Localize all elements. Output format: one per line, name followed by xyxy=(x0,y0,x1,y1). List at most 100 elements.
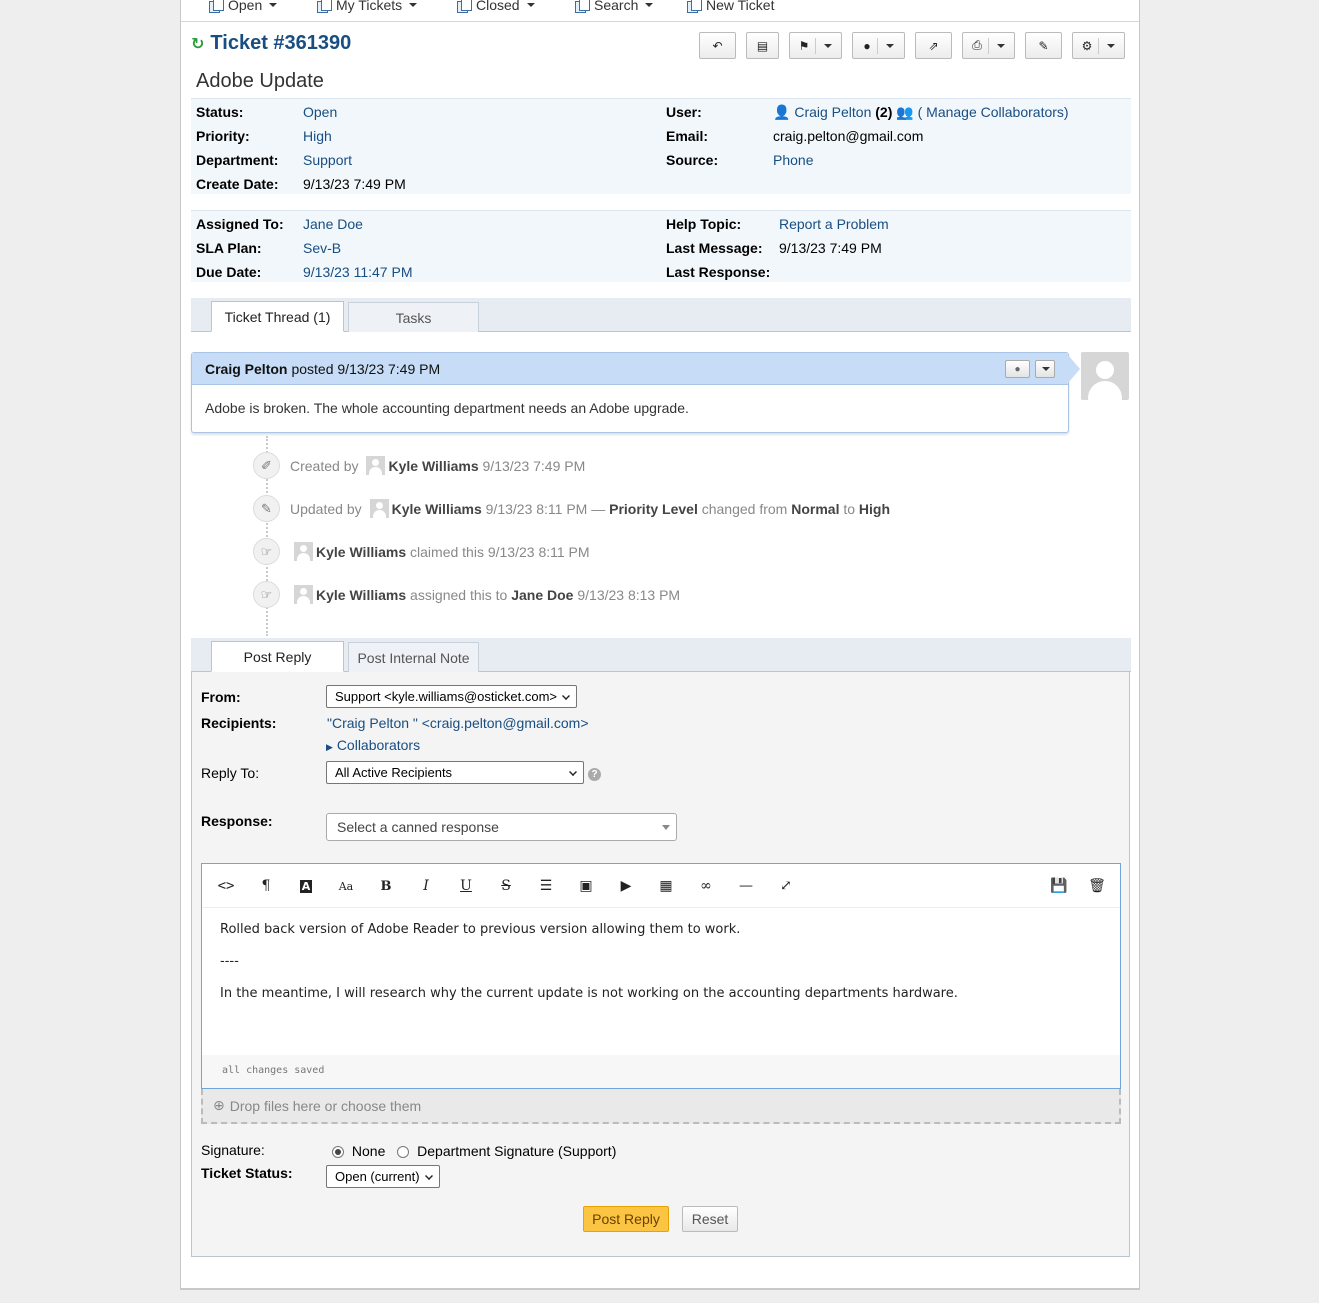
event-claimed: ☞ Kyle Williams claimed this 9/13/23 8:1… xyxy=(253,538,590,565)
code-view-icon[interactable]: <> xyxy=(215,877,237,895)
last-message-value: 9/13/23 7:49 PM xyxy=(779,240,882,256)
user-icon: ● xyxy=(1014,363,1021,375)
hand-point-icon: ☞ xyxy=(253,538,280,565)
font-size-icon[interactable]: Aa xyxy=(335,877,357,895)
signature-label: Signature: xyxy=(201,1142,265,1158)
event-assigned: ☞ Kyle Williams assigned this to Jane Do… xyxy=(253,581,680,608)
upload-icon: ⊕ xyxy=(213,1097,225,1113)
avatar xyxy=(294,585,313,604)
table-icon[interactable]: ▦ xyxy=(655,877,677,895)
help-icon[interactable]: ? xyxy=(588,768,601,781)
pencil-icon: ✎ xyxy=(253,495,280,522)
trash-icon[interactable]: 🗑 xyxy=(1086,877,1108,895)
tickets-icon xyxy=(209,0,224,13)
ticket-number[interactable]: Ticket #361390 xyxy=(210,32,351,55)
assigned-value[interactable]: Jane Doe xyxy=(303,216,363,232)
email-label: Email: xyxy=(666,128,709,144)
user-value[interactable]: Craig Pelton xyxy=(794,104,871,120)
reply-to-label: Reply To: xyxy=(201,765,260,781)
help-topic-value[interactable]: Report a Problem xyxy=(779,216,889,232)
ticket-status-label: Ticket Status: xyxy=(201,1165,293,1181)
text-color-icon[interactable]: A xyxy=(295,877,317,895)
search-icon xyxy=(575,0,590,13)
print-button[interactable]: ⎙ xyxy=(962,32,1015,59)
caret-icon xyxy=(1042,367,1050,371)
file-dropzone[interactable]: ⊕ Drop files here or choose them xyxy=(201,1089,1121,1124)
italic-icon[interactable]: I xyxy=(415,877,437,895)
signature-none-radio[interactable] xyxy=(332,1146,344,1159)
caret-icon xyxy=(269,3,278,7)
editor-toolbar: <> ¶ A Aa B I U S ☰ ▣ ▶ ▦ ∞ — ⤢ 💾 🗑 xyxy=(202,864,1120,908)
file-icon: ▤ xyxy=(756,38,769,53)
avatar xyxy=(1081,352,1129,400)
due-value[interactable]: 9/13/23 11:47 PM xyxy=(303,264,412,280)
fullscreen-icon[interactable]: ⤢ xyxy=(775,877,797,895)
video-icon[interactable]: ▶ xyxy=(615,877,637,895)
user-label: User: xyxy=(666,104,702,120)
refresh-icon[interactable]: ↻ xyxy=(191,34,204,54)
last-message-label: Last Message: xyxy=(666,240,763,256)
link-icon[interactable]: ∞ xyxy=(695,877,717,895)
editor-content[interactable]: Rolled back version of Adobe Reader to p… xyxy=(220,922,958,1001)
assign-button[interactable]: ● xyxy=(852,32,905,59)
reply-editor[interactable]: <> ¶ A Aa B I U S ☰ ▣ ▶ ▦ ∞ — ⤢ 💾 🗑 Roll… xyxy=(201,863,1121,1089)
signature-dept-radio[interactable] xyxy=(397,1146,410,1159)
strikethrough-icon[interactable]: S xyxy=(495,877,517,895)
tab-internal-note[interactable]: Post Internal Note xyxy=(348,642,479,672)
nav-open[interactable]: Open xyxy=(209,0,278,13)
share-icon: ⇗ xyxy=(928,38,939,53)
post-reply-button[interactable]: Post Reply xyxy=(583,1206,669,1232)
note-button[interactable]: ▤ xyxy=(746,32,779,59)
assigned-label: Assigned To: xyxy=(196,216,284,232)
save-draft-icon[interactable]: 💾 xyxy=(1048,877,1070,895)
thread-body: Adobe is broken. The whole accounting de… xyxy=(205,400,689,416)
canned-response-select[interactable]: Select a canned response xyxy=(326,813,677,841)
settings-button[interactable]: ⚙ xyxy=(1072,32,1125,59)
last-response-label: Last Response: xyxy=(666,264,771,280)
flag-button[interactable]: ⚑ xyxy=(789,32,842,59)
department-value[interactable]: Support xyxy=(303,152,352,168)
source-value[interactable]: Phone xyxy=(773,152,813,168)
thread-options-button[interactable] xyxy=(1035,360,1055,378)
event-updated: ✎ Updated by Kyle Williams 9/13/23 8:11 … xyxy=(253,495,890,522)
from-select[interactable]: Support <kyle.williams@osticket.com> xyxy=(326,685,577,708)
priority-value[interactable]: High xyxy=(303,128,332,144)
transfer-button[interactable]: ⇗ xyxy=(915,32,952,59)
sla-value[interactable]: Sev-B xyxy=(303,240,341,256)
bold-icon[interactable]: B xyxy=(375,877,397,895)
paragraph-icon[interactable]: ¶ xyxy=(255,877,277,895)
status-value[interactable]: Open xyxy=(303,104,337,120)
source-label: Source: xyxy=(666,152,719,168)
response-label: Response: xyxy=(201,813,273,829)
reply-button[interactable]: ↶ xyxy=(699,32,736,59)
avatar xyxy=(294,542,313,561)
tab-post-reply[interactable]: Post Reply xyxy=(211,641,344,672)
gear-icon: ⚙ xyxy=(1081,38,1093,53)
reply-to-select[interactable]: All Active Recipients xyxy=(326,761,584,784)
status-label: Status: xyxy=(196,104,244,120)
manage-collaborators-link[interactable]: ( Manage Collaborators) xyxy=(918,104,1069,120)
collaborators-toggle[interactable]: ▶ Collaborators xyxy=(326,737,420,753)
reset-button[interactable]: Reset xyxy=(682,1206,738,1232)
ticket-toolbar: ↶ ▤ ⚑ ● ⇗ ⎙ ✎ ⚙ xyxy=(699,32,1125,59)
nav-my-tickets[interactable]: My Tickets xyxy=(317,0,418,13)
flag-icon: ⚑ xyxy=(798,38,810,53)
avatar xyxy=(366,456,386,475)
nav-search[interactable]: Search xyxy=(575,0,654,13)
underline-icon[interactable]: U xyxy=(455,877,477,895)
horizontal-rule-icon[interactable]: — xyxy=(735,877,757,895)
tab-ticket-thread[interactable]: Ticket Thread (1) xyxy=(211,301,344,332)
ticket-status-select[interactable]: Open (current) xyxy=(326,1165,440,1188)
recipients-value[interactable]: "Craig Pelton " <craig.pelton@gmail.com> xyxy=(327,715,589,731)
thread-user-button[interactable]: ● xyxy=(1005,360,1030,378)
create-date-label: Create Date: xyxy=(196,176,279,192)
nav-closed[interactable]: Closed xyxy=(457,0,535,13)
caret-icon xyxy=(662,825,670,830)
edit-button[interactable]: ✎ xyxy=(1025,32,1062,59)
nav-new-ticket[interactable]: New Ticket xyxy=(687,0,774,13)
email-value: craig.pelton@gmail.com xyxy=(773,128,924,144)
list-icon[interactable]: ☰ xyxy=(535,877,557,895)
tab-tasks[interactable]: Tasks xyxy=(348,302,479,332)
image-icon[interactable]: ▣ xyxy=(575,877,597,895)
top-nav: Open My Tickets Closed Search New Ticket xyxy=(181,0,1139,22)
